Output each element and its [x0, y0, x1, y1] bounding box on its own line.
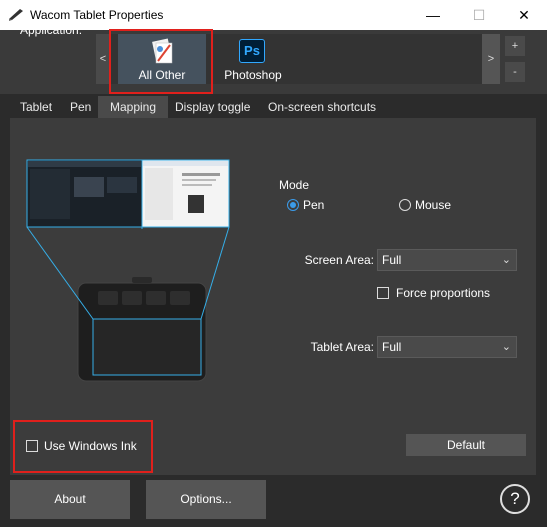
- tablet-area-select[interactable]: Full ⌄: [377, 336, 517, 358]
- chevron-down-icon: ⌄: [501, 254, 511, 266]
- mode-mouse-label: Mouse: [415, 198, 452, 212]
- highlight-box-windows-ink: [13, 420, 153, 473]
- tab-display-toggle[interactable]: Display toggle: [175, 96, 250, 118]
- tab-tablet[interactable]: Tablet: [20, 96, 52, 118]
- window-title: Wacom Tablet Properties: [30, 8, 164, 22]
- mode-label: Mode: [279, 178, 310, 192]
- mode-pen-radio[interactable]: [287, 199, 299, 211]
- close-button[interactable]: ✕: [501, 0, 547, 30]
- force-proportions-label: Force proportions: [396, 286, 491, 300]
- mapping-illustration: [26, 159, 230, 382]
- help-button[interactable]: ?: [500, 484, 530, 514]
- wacom-pen-icon: [9, 9, 23, 21]
- tab-mapping[interactable]: Mapping: [98, 96, 168, 120]
- photoshop-icon: Ps: [239, 39, 265, 63]
- application-label: Application:: [20, 23, 83, 37]
- title-bar: Wacom Tablet Properties — ☐ ✕: [0, 0, 547, 30]
- default-button[interactable]: Default: [406, 434, 526, 456]
- tablet-area-value: Full: [382, 340, 402, 354]
- remove-application-button[interactable]: -: [505, 62, 525, 82]
- options-button[interactable]: Options...: [146, 480, 266, 519]
- app-tile-label: Photoshop: [224, 68, 282, 82]
- force-proportions-checkbox[interactable]: [377, 287, 389, 299]
- mode-mouse-radio[interactable]: [399, 199, 411, 211]
- chevron-down-icon: ⌄: [501, 341, 511, 353]
- app-scroll-left-button[interactable]: <: [96, 34, 110, 84]
- add-application-button[interactable]: +: [505, 36, 525, 56]
- maximize-button[interactable]: ☐: [456, 0, 502, 30]
- screen-area-value: Full: [382, 253, 402, 267]
- screen-area-label: Screen Area:: [304, 253, 374, 267]
- photoshop-icon-text: Ps: [244, 43, 260, 58]
- minimize-button[interactable]: —: [410, 0, 456, 30]
- tablet-active-area: [92, 318, 202, 376]
- app-tile-photoshop[interactable]: Ps Photoshop: [218, 34, 288, 84]
- mode-pen-label: Pen: [303, 198, 325, 212]
- highlight-box-all-other: [109, 29, 213, 94]
- tab-pen[interactable]: Pen: [70, 96, 91, 118]
- app-scroll-right-button[interactable]: >: [482, 34, 500, 84]
- tab-on-screen-shortcuts[interactable]: On-screen shortcuts: [268, 96, 376, 118]
- about-button[interactable]: About: [10, 480, 130, 519]
- tablet-area-label: Tablet Area:: [310, 340, 374, 354]
- screen-area-select[interactable]: Full ⌄: [377, 249, 517, 271]
